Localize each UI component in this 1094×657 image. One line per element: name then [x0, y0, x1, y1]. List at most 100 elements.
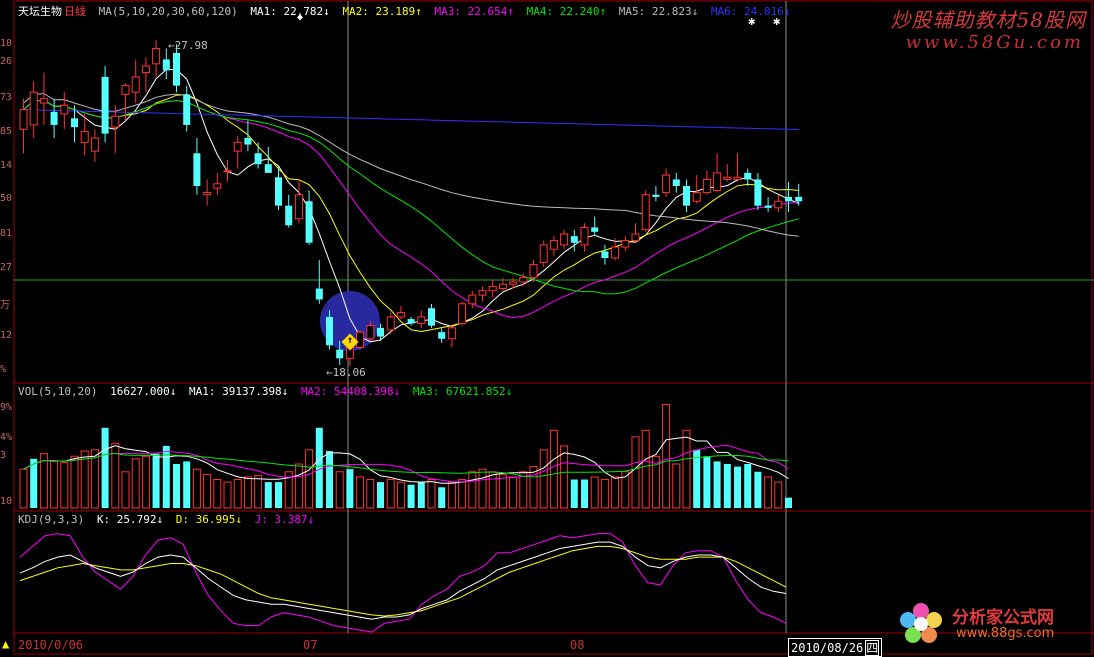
volume-bar — [407, 484, 415, 508]
ma5-line — [23, 93, 799, 237]
volume-bar — [611, 476, 620, 509]
volume-bar — [693, 449, 701, 508]
candle-body — [90, 137, 99, 152]
volume-bar — [427, 479, 436, 509]
volume-bar — [213, 479, 222, 509]
candle-body — [468, 294, 477, 305]
candle-body — [621, 240, 630, 248]
down-arrow-icon: ◆ — [297, 12, 304, 23]
volume-bar — [560, 445, 569, 509]
volume-bar — [254, 475, 263, 509]
candle-body — [488, 285, 497, 292]
low-arrow: ← — [326, 366, 333, 379]
volume-bar — [192, 468, 201, 509]
candle-body — [723, 176, 732, 180]
candle-body — [631, 233, 640, 242]
candle-body — [213, 183, 222, 189]
candle-body — [713, 172, 722, 191]
star-icon[interactable]: ✱ — [748, 14, 755, 28]
volume-legend: VOL(5,10,20) 16627.000↓ MA1: 39137.398↓ … — [18, 385, 518, 398]
volume-bar — [785, 497, 792, 508]
left-scale-label: 10 — [0, 38, 13, 49]
candle-body — [141, 65, 150, 74]
volume-bars — [19, 403, 792, 509]
volume-bar — [346, 469, 354, 508]
candle-body — [19, 109, 28, 130]
volume-bar — [121, 471, 130, 509]
left-scale-label: 9% — [0, 402, 13, 413]
volume-bar — [233, 479, 242, 509]
candle-body — [377, 327, 384, 337]
volume-bar — [305, 449, 314, 509]
volume-bar — [335, 471, 344, 509]
volume-bar — [315, 427, 323, 508]
ma3-line — [23, 99, 799, 319]
volume-bar — [447, 481, 456, 509]
candle-body — [652, 194, 660, 197]
volume-bar — [703, 456, 711, 508]
date-axis-august: 08 — [570, 638, 585, 652]
volume-bar — [183, 461, 191, 508]
ma1-value: MA1: 22.782↓ — [250, 5, 330, 18]
stock-name[interactable]: 天坛生物 — [18, 5, 62, 18]
candle-body — [305, 201, 313, 243]
volume-bar — [754, 471, 762, 508]
candle-body — [672, 179, 680, 186]
watermark-url: www.58Gu.com — [905, 32, 1084, 53]
candle-body — [733, 176, 742, 180]
period-label[interactable]: 日线 — [64, 5, 86, 18]
ma4-value: MA4: 22.240↑ — [526, 5, 607, 18]
volume-bar — [60, 462, 69, 509]
volume-bar — [662, 403, 671, 509]
volume-bar — [774, 481, 783, 509]
candle-body — [683, 186, 690, 206]
candle-body — [744, 172, 752, 180]
candle-body — [326, 316, 333, 346]
volume-bar — [498, 473, 507, 509]
high-price: 27.98 — [174, 39, 208, 52]
volume-bar — [631, 436, 640, 509]
kdj-legend: KDJ(9,3,3) K: 25.792↓ D: 36.995↓ J: 3.38… — [18, 513, 320, 526]
volume-bar — [243, 476, 252, 509]
high-annotation: ←27.98 — [168, 39, 208, 52]
candle-body — [183, 94, 191, 125]
volume-bar — [478, 468, 487, 509]
candle-body — [611, 246, 620, 259]
cursor-date-badge: 2010/08/26 四 — [788, 638, 883, 657]
volume-bar — [682, 429, 691, 509]
candle-body — [601, 251, 609, 258]
candle-body — [275, 177, 282, 206]
kdj-j-value: J: 3.387↓ — [254, 513, 315, 526]
volume-bar — [570, 479, 578, 508]
low-price: 18.06 — [332, 366, 366, 379]
star-icon[interactable]: ✱ — [773, 14, 780, 28]
volume-bar — [294, 463, 303, 509]
candle-body — [356, 331, 365, 348]
scroll-left-triangle-icon[interactable]: ▲ — [2, 637, 9, 651]
ma2-value: MA2: 23.189↑ — [342, 5, 422, 18]
ma3-value: MA3: 22.654↑ — [434, 5, 515, 18]
volume-bar — [50, 460, 59, 509]
candle-body — [29, 91, 38, 126]
moving-average-lines — [23, 69, 799, 351]
left-scale-label: 50 — [0, 193, 13, 204]
volume-bar — [101, 427, 109, 508]
candle-body — [315, 288, 323, 300]
volume-bar — [590, 476, 599, 509]
volume-bar — [30, 458, 38, 508]
candle-body — [560, 233, 569, 246]
chart-canvas[interactable] — [0, 0, 1094, 656]
volume-bar — [519, 471, 528, 509]
watermark2-url: www.88gs.com — [956, 626, 1055, 641]
candle-body — [111, 115, 120, 128]
volume-bar — [203, 473, 212, 509]
candle-body — [60, 104, 69, 115]
candle-body — [173, 52, 180, 86]
candle-body — [509, 281, 518, 285]
candle-body — [131, 76, 140, 93]
volume-bar — [141, 455, 150, 509]
candle-body — [386, 316, 395, 331]
candle-body — [244, 138, 252, 145]
ma2-line — [23, 94, 799, 333]
left-scale-label: 26 — [0, 56, 13, 67]
